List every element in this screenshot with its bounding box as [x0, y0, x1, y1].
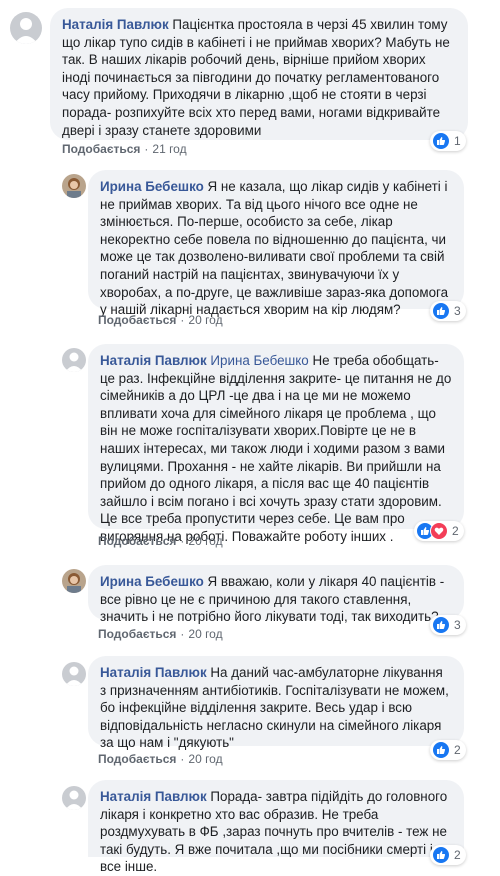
like-reaction-icon [432, 741, 450, 759]
comment-actions: Подобається · 20 год [98, 627, 223, 641]
comment-actions: Подобається · 20 год [98, 313, 223, 327]
avatar-photo[interactable] [62, 174, 86, 198]
reaction-summary[interactable]: 2 [430, 845, 466, 865]
comment-author[interactable]: Наталія Павлюк [62, 17, 169, 32]
reaction-count: 3 [454, 618, 461, 632]
comment-bubble: Наталія Павлюк Пацієнтка простояла в чер… [50, 8, 468, 140]
avatar-default[interactable] [62, 786, 86, 810]
comment-time[interactable]: 20 год [188, 627, 222, 641]
reaction-summary[interactable]: 2 [414, 521, 464, 541]
avatar-photo[interactable] [62, 569, 86, 593]
reaction-summary[interactable]: 3 [430, 615, 466, 635]
reaction-count: 1 [454, 134, 461, 148]
comment-author[interactable]: Наталія Павлюк [100, 665, 207, 680]
like-reaction-icon [432, 132, 450, 150]
love-reaction-icon [430, 522, 448, 540]
like-button[interactable]: Подобається [98, 534, 176, 548]
comment-text: Я не казала, що лікар сидів у кабінеті і… [100, 179, 449, 318]
comment-bubble: Наталія Павлюк Порада- завтра підійдіть … [88, 780, 464, 874]
reaction-summary[interactable]: 1 [430, 131, 466, 151]
like-reaction-icon [432, 616, 450, 634]
comment-time[interactable]: 20 год [188, 313, 222, 327]
comment-bubble: Ирина Бебешко Я вважаю, коли у лікаря 40… [88, 565, 464, 624]
like-button[interactable]: Подобається [98, 752, 176, 766]
comment-author[interactable]: Ирина Бебешко [100, 574, 204, 589]
avatar-default[interactable] [62, 662, 86, 686]
comment-actions: Подобається · 21 год [62, 142, 187, 156]
comment-author[interactable]: Наталія Павлюк [100, 353, 207, 368]
mention-link[interactable]: Ирина Бебешко [210, 353, 308, 368]
comment-time[interactable]: 21 год [152, 142, 186, 156]
comment-time[interactable]: 20 год [188, 534, 222, 548]
comment-actions: Подобається · 20 год [98, 752, 223, 766]
comment-author[interactable]: Наталія Павлюк [100, 789, 207, 804]
like-button[interactable]: Подобається [98, 313, 176, 327]
like-reaction-icon [432, 846, 450, 864]
reaction-count: 2 [454, 848, 461, 862]
reaction-summary[interactable]: 2 [430, 740, 466, 760]
reaction-summary[interactable]: 3 [430, 301, 466, 321]
comment-actions: Подобається · 20 год [98, 534, 223, 548]
avatar-default[interactable] [10, 12, 42, 44]
comment-bubble: Наталія Павлюк Ирина Бебешко Не треба об… [88, 344, 464, 544]
comment-text: Не треба обобщать- це раз. Інфекційне ві… [100, 353, 452, 544]
like-reaction-icon [432, 302, 450, 320]
like-button[interactable]: Подобається [98, 627, 176, 641]
comment-bubble: Ирина Бебешко Я не казала, що лікар сиді… [88, 170, 464, 317]
comment-time[interactable]: 20 год [188, 752, 222, 766]
reaction-count: 2 [452, 524, 459, 538]
reaction-count: 2 [454, 743, 461, 757]
like-button[interactable]: Подобається [62, 142, 140, 156]
comment-author[interactable]: Ирина Бебешко [100, 179, 204, 194]
comment-text: Пацієнтка простояла в черзі 45 хвилин то… [62, 17, 450, 138]
comment-bubble: Наталія Павлюк На даний час-амбулаторне … [88, 656, 464, 750]
reaction-count: 3 [454, 304, 461, 318]
avatar-default[interactable] [62, 348, 86, 372]
